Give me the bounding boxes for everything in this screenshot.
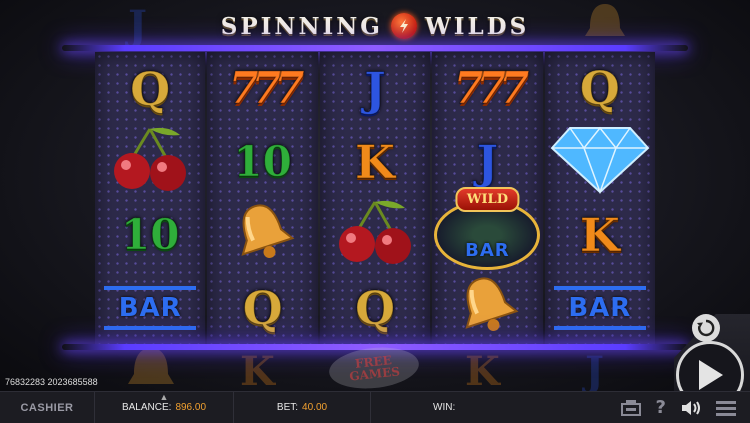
game-stage: J K K J SPINNING WILDS Q 10 BAR 777 10 Q J K Q 77… (0, 0, 750, 391)
bar-line (104, 325, 197, 330)
play-icon (699, 360, 723, 390)
chevron-up-icon: ▲ (159, 392, 169, 402)
reel-cell: 777 (207, 52, 317, 125)
reel-cell: Q (320, 271, 430, 344)
reel-cell: Q (95, 52, 205, 125)
reel-cell: J (320, 52, 430, 125)
paytable-icon[interactable] (620, 399, 642, 417)
wild-label: WILD (455, 186, 519, 212)
symbol-letter: Q (242, 280, 283, 335)
symbol-letter: J (476, 134, 499, 189)
balance-display[interactable]: ▲ BALANCE: 896.00 (95, 392, 234, 423)
bet-display[interactable]: BET: 40.00 (234, 392, 371, 423)
autoplay-icon (697, 319, 715, 337)
title-left-word: SPINNING (220, 12, 383, 40)
bell-icon (451, 272, 523, 343)
bet-label: BET: (276, 402, 299, 413)
ghost-symbol: K (465, 348, 500, 391)
symbol-letter: Q (354, 280, 396, 335)
cherry-icon (335, 198, 415, 271)
balance-value: 896.00 (175, 402, 207, 413)
symbol-ten: 10 (120, 209, 180, 259)
bottom-bar: CASHIER ▲ BALANCE: 896.00 BET: 40.00 WIN… (0, 391, 750, 423)
symbol-letter: K (355, 134, 396, 189)
lightning-logo-icon (390, 13, 417, 39)
reel-cell (320, 198, 430, 271)
ghost-bell-icon (118, 346, 184, 391)
reel-grid: Q 10 BAR 777 10 Q J K Q 777 J WILD BAR Q K BAR (95, 52, 656, 344)
cherry-icon (110, 125, 190, 198)
reel-cell: BAR (95, 271, 205, 344)
symbol-letter: K (579, 208, 620, 263)
wild-bar-text: BAR (465, 239, 510, 261)
reel-cell: K (320, 125, 430, 198)
symbol-wild: WILD BAR (434, 186, 541, 270)
ghost-symbol: K (240, 348, 275, 391)
free-games-line2: GAMES (348, 364, 401, 384)
reel-cell (95, 125, 205, 198)
symbol-letter: J (364, 61, 387, 116)
symbol-ten: 10 (233, 136, 292, 186)
symbol-sevens: 777 (453, 62, 530, 114)
bet-value: 40.00 (302, 402, 328, 413)
neon-line-top (62, 45, 688, 51)
reel-cell (207, 198, 317, 271)
game-title: SPINNING WILDS (0, 6, 750, 46)
sound-icon[interactable] (680, 399, 702, 417)
reel-4: 777 J WILD BAR (432, 52, 543, 344)
reel-cell: Q (207, 271, 317, 344)
ghost-symbol: J (585, 348, 604, 391)
toolbar-icons: ? (620, 397, 736, 418)
diamond-icon (550, 124, 650, 199)
reel-cell: WILD BAR (432, 186, 542, 271)
reel-cell: 777 (432, 52, 542, 125)
bar-line (104, 285, 197, 290)
symbol-sevens: 777 (228, 62, 305, 114)
symbol-letter: Q (579, 61, 620, 116)
session-ids: 76832283 2023685588 (5, 377, 98, 387)
reel-cell: 10 (95, 198, 205, 271)
autoplay-button[interactable] (692, 314, 720, 342)
reel-3: JK Q (319, 52, 431, 344)
bell-icon (227, 199, 299, 270)
symbol-bar: BAR (553, 285, 646, 330)
reel-cell: 10 (207, 125, 317, 198)
reel-1: Q 10 BAR (95, 52, 206, 344)
reel-2: 777 10 Q (207, 52, 318, 344)
balance-label: BALANCE: (121, 402, 172, 413)
bar-text: BAR (118, 292, 182, 323)
reel-cell: Q (545, 52, 655, 124)
win-display: WIN: (371, 392, 620, 423)
win-label: WIN: (433, 402, 456, 413)
symbol-bar: BAR (104, 285, 197, 330)
help-icon[interactable]: ? (656, 397, 666, 418)
menu-icon[interactable] (716, 400, 736, 416)
symbol-letter: Q (130, 61, 171, 116)
reel-cell (432, 271, 542, 344)
bar-line (553, 285, 646, 290)
cashier-button[interactable]: CASHIER (0, 392, 95, 423)
reel-cell (545, 124, 655, 199)
free-games-badge: FREE GAMES (327, 343, 421, 391)
bar-line (553, 325, 646, 330)
title-right-word: WILDS (424, 12, 530, 40)
reel-cell: K (545, 199, 655, 271)
reel-cell: BAR (545, 272, 655, 344)
bar-text: BAR (568, 292, 632, 323)
reel-5: Q K BAR (544, 52, 656, 344)
